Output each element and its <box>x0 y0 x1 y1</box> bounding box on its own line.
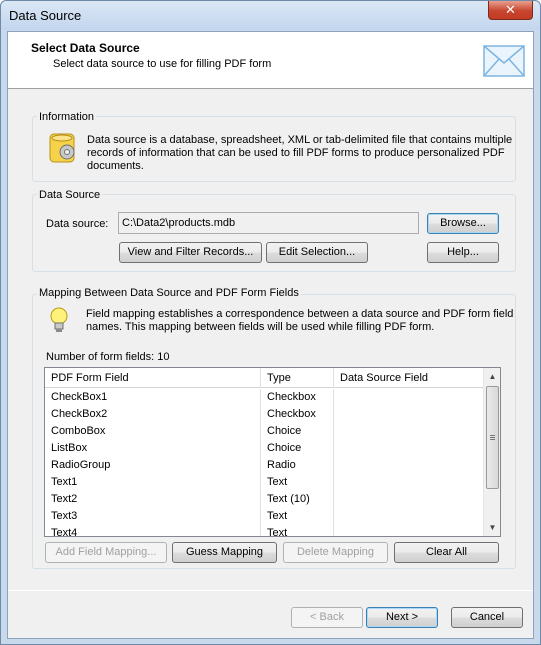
table-row[interactable]: Text2 Text (10) <box>45 491 483 508</box>
footer-divider <box>8 590 533 591</box>
cell-data-source-field <box>334 406 483 423</box>
data-source-group-label: Data Source <box>37 189 103 201</box>
data-source-path-field[interactable]: C:\Data2\products.mdb <box>118 212 419 234</box>
column-header-data-source-field[interactable]: Data Source Field <box>334 368 483 388</box>
cell-pdf-form-field: RadioGroup <box>45 457 261 474</box>
cell-type: Text <box>261 525 334 536</box>
edit-selection-button[interactable]: Edit Selection... <box>266 242 368 263</box>
cell-type: Choice <box>261 440 334 457</box>
cell-data-source-field <box>334 474 483 491</box>
field-mapping-table[interactable]: PDF Form Field Type Data Source Field Ch… <box>44 367 501 537</box>
database-gear-icon <box>49 133 75 163</box>
cell-pdf-form-field: Text3 <box>45 508 261 525</box>
page-subtitle: Select data source to use for filling PD… <box>53 58 272 70</box>
cell-type: Checkbox <box>261 389 334 406</box>
table-row[interactable]: ComboBox Choice <box>45 423 483 440</box>
mapping-text-line2: names. This mapping between fields will … <box>86 321 435 333</box>
column-header-pdf-form-field[interactable]: PDF Form Field <box>45 368 261 388</box>
cell-data-source-field <box>334 508 483 525</box>
mapping-text-line1: Field mapping establishes a corresponden… <box>86 308 514 320</box>
cell-data-source-field <box>334 525 483 536</box>
back-button[interactable]: < Back <box>291 607 363 628</box>
form-field-count: Number of form fields: 10 <box>46 351 170 363</box>
view-filter-records-button[interactable]: View and Filter Records... <box>119 242 262 263</box>
cell-type: Text (10) <box>261 491 334 508</box>
add-field-mapping-button[interactable]: Add Field Mapping... <box>45 542 167 563</box>
scroll-up-arrow-icon[interactable]: ▲ <box>484 368 501 385</box>
table-row[interactable]: CheckBox1 Checkbox <box>45 389 483 406</box>
cell-data-source-field <box>334 423 483 440</box>
cell-pdf-form-field: ListBox <box>45 440 261 457</box>
browse-button[interactable]: Browse... <box>427 213 499 234</box>
window-title: Data Source <box>9 8 82 23</box>
cell-type: Choice <box>261 423 334 440</box>
cell-pdf-form-field: Text4 <box>45 525 261 536</box>
table-body: CheckBox1 Checkbox CheckBox2 Checkbox ComboB… <box>45 389 483 536</box>
next-button[interactable]: Next > <box>366 607 438 628</box>
cell-pdf-form-field: Text2 <box>45 491 261 508</box>
column-header-type[interactable]: Type <box>261 368 334 388</box>
cell-type: Text <box>261 474 334 491</box>
cell-pdf-form-field: CheckBox2 <box>45 406 261 423</box>
cell-type: Text <box>261 508 334 525</box>
close-button[interactable]: ✕ <box>488 1 533 20</box>
cell-pdf-form-field: ComboBox <box>45 423 261 440</box>
table-row[interactable]: Text1 Text <box>45 474 483 491</box>
table-vertical-scrollbar[interactable]: ▲ ▼ <box>483 368 500 536</box>
dialog-window: Data Source ✕ Select Data Source Select … <box>0 0 541 645</box>
information-text-line2: records of information that can be used … <box>87 147 505 159</box>
table-header: PDF Form Field Type Data Source Field <box>45 368 483 388</box>
scroll-down-arrow-icon[interactable]: ▼ <box>484 519 501 536</box>
delete-mapping-button[interactable]: Delete Mapping <box>283 542 388 563</box>
cancel-button[interactable]: Cancel <box>451 607 523 628</box>
cell-data-source-field <box>334 440 483 457</box>
page-title: Select Data Source <box>31 41 140 55</box>
cell-type: Checkbox <box>261 406 334 423</box>
cell-data-source-field <box>334 389 483 406</box>
wizard-header: Select Data Source Select data source to… <box>8 32 533 89</box>
information-text-line3: documents. <box>87 160 144 172</box>
scrollbar-thumb[interactable] <box>486 386 499 489</box>
data-source-field-label: Data source: <box>46 218 109 230</box>
mapping-group-label: Mapping Between Data Source and PDF Form… <box>37 287 301 299</box>
cell-pdf-form-field: CheckBox1 <box>45 389 261 406</box>
information-group-label: Information <box>37 111 97 123</box>
table-row[interactable]: CheckBox2 Checkbox <box>45 406 483 423</box>
title-bar: Data Source ✕ <box>1 1 540 30</box>
table-row[interactable]: Text4 Text <box>45 525 483 536</box>
table-row[interactable]: RadioGroup Radio <box>45 457 483 474</box>
help-button[interactable]: Help... <box>427 242 499 263</box>
envelope-icon <box>483 45 525 77</box>
dialog-client: Select Data Source Select data source to… <box>7 31 534 639</box>
cell-type: Radio <box>261 457 334 474</box>
cell-pdf-form-field: Text1 <box>45 474 261 491</box>
close-icon: ✕ <box>505 2 516 17</box>
guess-mapping-button[interactable]: Guess Mapping <box>172 542 277 563</box>
clear-all-button[interactable]: Clear All <box>394 542 499 563</box>
cell-data-source-field <box>334 457 483 474</box>
information-text-line1: Data source is a database, spreadsheet, … <box>87 134 513 146</box>
lightbulb-icon <box>50 307 68 332</box>
cell-data-source-field <box>334 491 483 508</box>
table-row[interactable]: Text3 Text <box>45 508 483 525</box>
table-row[interactable]: ListBox Choice <box>45 440 483 457</box>
